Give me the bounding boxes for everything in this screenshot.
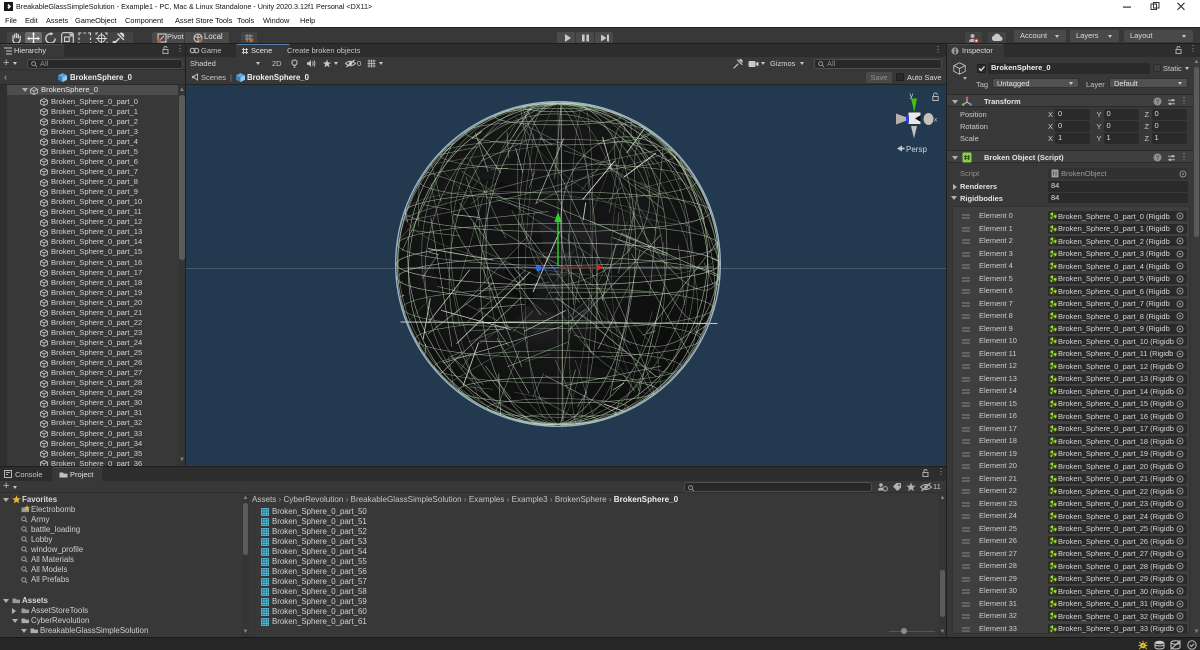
svg-text:?: ? xyxy=(1156,99,1160,106)
svg-text:?: ? xyxy=(1156,155,1160,162)
svg-text:y: y xyxy=(910,91,914,100)
svg-text:Persp: Persp xyxy=(906,145,927,154)
svg-text:x: x xyxy=(934,117,938,124)
